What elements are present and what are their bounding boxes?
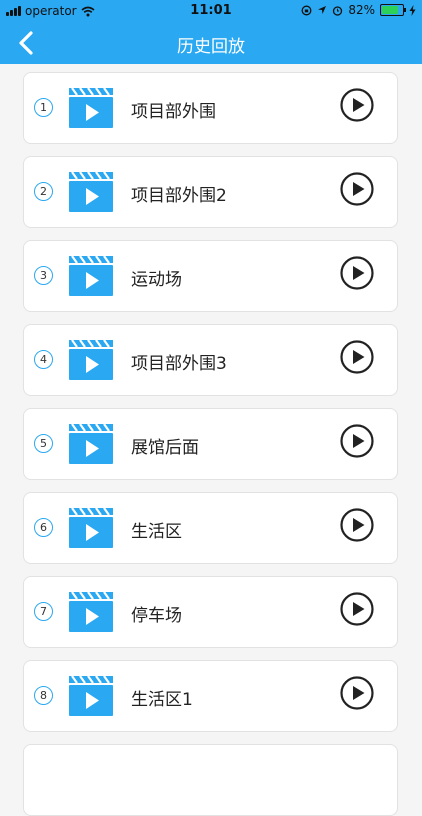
- video-clapper-icon: [68, 255, 114, 297]
- item-index: 8: [34, 686, 53, 705]
- video-clapper-icon: [68, 339, 114, 381]
- playback-item[interactable]: 5 展馆后面: [23, 408, 398, 480]
- item-label: 生活区1: [131, 690, 193, 710]
- play-button-icon[interactable]: [340, 676, 374, 710]
- playback-item-partial[interactable]: [23, 744, 398, 816]
- charging-icon: [409, 4, 416, 16]
- video-clapper-icon: [68, 675, 114, 717]
- item-label: 运动场: [131, 270, 182, 290]
- battery-level: [382, 6, 399, 14]
- status-bar: operator 11:01 82%: [0, 0, 422, 22]
- playback-item[interactable]: 2 项目部外围2: [23, 156, 398, 228]
- playback-item[interactable]: 8 生活区1: [23, 660, 398, 732]
- video-clapper-icon: [68, 423, 114, 465]
- playback-item[interactable]: 4 项目部外围3: [23, 324, 398, 396]
- play-button-icon[interactable]: [340, 508, 374, 542]
- item-label: 停车场: [131, 606, 182, 626]
- play-button-icon[interactable]: [340, 172, 374, 206]
- status-right: 82%: [301, 3, 416, 17]
- item-label: 生活区: [131, 522, 182, 542]
- play-button-icon[interactable]: [340, 256, 374, 290]
- nav-bar: 历史回放: [0, 22, 422, 64]
- orientation-lock-icon: [301, 5, 312, 15]
- video-clapper-icon: [68, 87, 114, 129]
- page-title: 历史回放: [177, 37, 245, 57]
- item-label: 项目部外围3: [131, 354, 227, 374]
- item-index: 4: [34, 350, 53, 369]
- item-label: 展馆后面: [131, 438, 199, 458]
- alarm-icon: [333, 5, 343, 16]
- battery-percent: 82%: [348, 3, 375, 17]
- item-index: 3: [34, 266, 53, 285]
- playback-item[interactable]: 3 运动场: [23, 240, 398, 312]
- playback-item[interactable]: 1 项目部外围: [23, 72, 398, 144]
- video-clapper-icon: [68, 507, 114, 549]
- play-button-icon[interactable]: [340, 424, 374, 458]
- video-clapper-icon: [68, 171, 114, 213]
- play-button-icon[interactable]: [340, 340, 374, 374]
- playback-item[interactable]: 7 停车场: [23, 576, 398, 648]
- item-index: 7: [34, 602, 53, 621]
- item-index: 2: [34, 182, 53, 201]
- playback-item[interactable]: 6 生活区: [23, 492, 398, 564]
- play-button-icon[interactable]: [340, 592, 374, 626]
- video-clapper-icon: [68, 591, 114, 633]
- item-label: 项目部外围2: [131, 186, 227, 206]
- location-icon: [318, 6, 327, 14]
- item-label: 项目部外围: [131, 102, 216, 122]
- item-index: 1: [34, 98, 53, 117]
- play-button-icon[interactable]: [340, 88, 374, 122]
- item-index: 5: [34, 434, 53, 453]
- item-index: 6: [34, 518, 53, 537]
- battery-icon: [380, 4, 406, 16]
